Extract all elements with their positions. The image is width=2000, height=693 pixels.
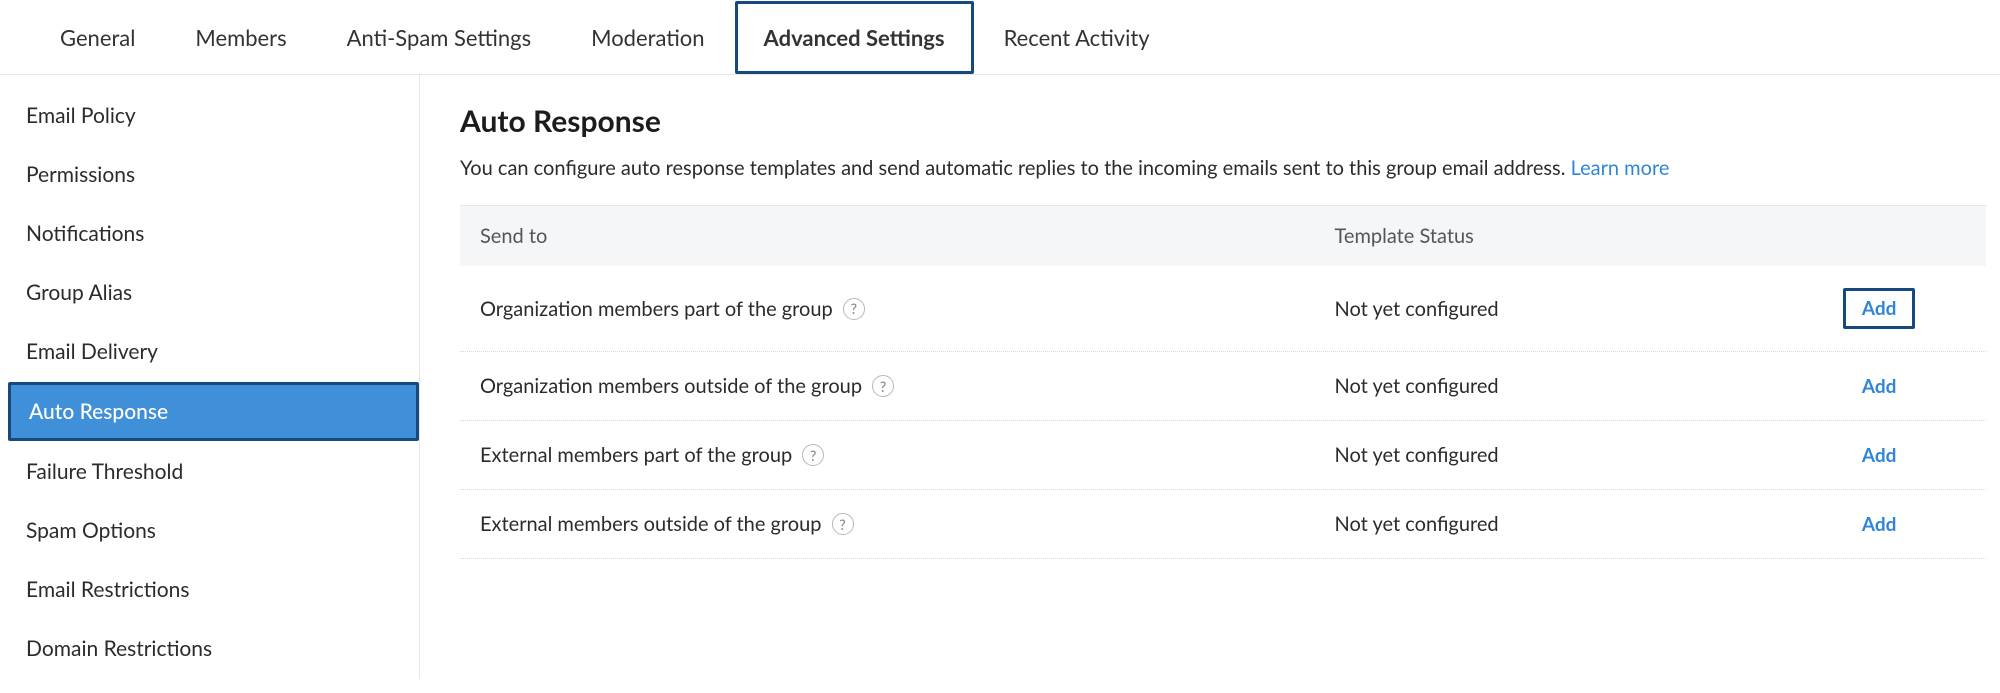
- row-send-to-label: External members outside of the group: [480, 512, 822, 536]
- row-status: Not yet configured: [1315, 352, 1773, 420]
- help-icon[interactable]: ?: [832, 513, 854, 535]
- add-button[interactable]: Add: [1862, 513, 1897, 536]
- page-description: You can configure auto response template…: [460, 153, 1986, 183]
- header-action: [1772, 206, 1986, 266]
- help-icon[interactable]: ?: [843, 298, 865, 320]
- tab-members[interactable]: Members: [165, 0, 316, 75]
- main-panel: Auto Response You can configure auto res…: [420, 75, 2000, 679]
- help-icon[interactable]: ?: [872, 375, 894, 397]
- row-status: Not yet configured: [1315, 275, 1773, 343]
- table-row: External members part of the group ? Not…: [460, 421, 1986, 490]
- sidebar-item-domain-restrictions[interactable]: Domain Restrictions: [0, 620, 419, 677]
- sidebar-item-group-alias[interactable]: Group Alias: [0, 264, 419, 321]
- sidebar-item-spam-options[interactable]: Spam Options: [0, 502, 419, 559]
- header-template-status: Template Status: [1315, 206, 1773, 266]
- tab-recent-activity[interactable]: Recent Activity: [974, 0, 1180, 75]
- table-row: External members outside of the group ? …: [460, 490, 1986, 559]
- table-header: Send to Template Status: [460, 205, 1986, 266]
- auto-response-table: Send to Template Status Organization mem…: [420, 205, 2000, 559]
- add-button[interactable]: Add: [1843, 288, 1916, 329]
- tab-moderation[interactable]: Moderation: [561, 0, 734, 75]
- table-row: Organization members part of the group ?…: [460, 266, 1986, 352]
- top-nav: General Members Anti-Spam Settings Moder…: [0, 0, 2000, 75]
- row-send-to-label: External members part of the group: [480, 443, 792, 467]
- sidebar-item-email-delivery[interactable]: Email Delivery: [0, 323, 419, 380]
- row-send-to-label: Organization members outside of the grou…: [480, 374, 862, 398]
- learn-more-link[interactable]: Learn more: [1571, 156, 1670, 180]
- header-send-to: Send to: [460, 206, 1315, 266]
- add-button[interactable]: Add: [1862, 444, 1897, 467]
- page-title: Auto Response: [460, 103, 1986, 139]
- sidebar-item-permissions[interactable]: Permissions: [0, 146, 419, 203]
- add-button[interactable]: Add: [1862, 375, 1897, 398]
- sidebar-item-notifications[interactable]: Notifications: [0, 205, 419, 262]
- page-description-text: You can configure auto response template…: [460, 156, 1571, 180]
- help-icon[interactable]: ?: [802, 444, 824, 466]
- tab-general[interactable]: General: [30, 0, 165, 75]
- row-status: Not yet configured: [1315, 490, 1773, 558]
- sidebar-item-failure-threshold[interactable]: Failure Threshold: [0, 443, 419, 500]
- row-status: Not yet configured: [1315, 421, 1773, 489]
- table-row: Organization members outside of the grou…: [460, 352, 1986, 421]
- sidebar: Email Policy Permissions Notifications G…: [0, 75, 420, 679]
- tab-anti-spam-settings[interactable]: Anti-Spam Settings: [317, 0, 562, 75]
- sidebar-item-email-policy[interactable]: Email Policy: [0, 87, 419, 144]
- tab-advanced-settings[interactable]: Advanced Settings: [735, 1, 974, 74]
- sidebar-item-auto-response[interactable]: Auto Response: [8, 382, 419, 441]
- row-send-to-label: Organization members part of the group: [480, 297, 833, 321]
- sidebar-item-email-restrictions[interactable]: Email Restrictions: [0, 561, 419, 618]
